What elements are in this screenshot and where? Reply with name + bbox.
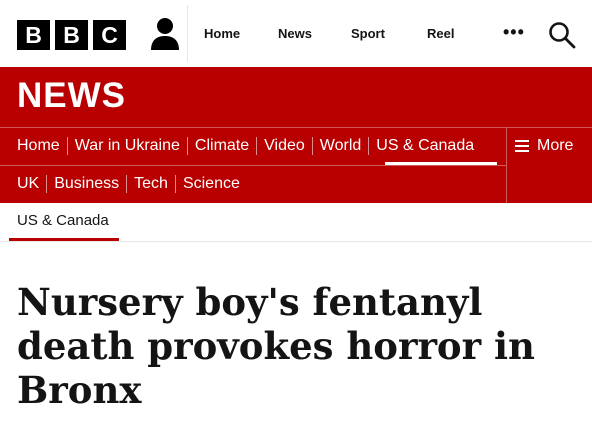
header-divider (187, 5, 188, 62)
bbc-logo[interactable]: B B C (17, 20, 126, 50)
section-divider (0, 241, 592, 242)
nav-uk[interactable]: UK (17, 175, 39, 193)
nav-separator (186, 137, 188, 155)
nav-tech[interactable]: Tech (134, 175, 168, 193)
more-menu-button[interactable]: ••• (503, 22, 525, 43)
nav-separator (46, 175, 48, 193)
nav-climate[interactable]: Climate (195, 137, 249, 155)
news-band-divider (0, 127, 592, 128)
nav-home[interactable]: Home (17, 137, 60, 155)
more-divider (506, 128, 507, 203)
secondary-nav: UK Business Tech Science (17, 175, 240, 193)
primary-nav: Home War in Ukraine Climate Video World … (17, 137, 474, 155)
nav-separator (126, 175, 128, 193)
section-link[interactable]: US & Canada (17, 212, 109, 229)
article-headline: Nursery boy's fentanyl death provokes ho… (17, 280, 535, 412)
hamburger-icon (515, 140, 529, 152)
account-icon[interactable] (149, 16, 181, 50)
search-icon[interactable] (548, 21, 576, 49)
top-nav-news[interactable]: News (278, 26, 312, 41)
top-nav-home[interactable]: Home (204, 26, 240, 41)
nav-separator (66, 137, 68, 155)
more-label: More (537, 137, 574, 154)
nav-us-canada[interactable]: US & Canada (376, 137, 474, 155)
news-band-divider (0, 165, 506, 166)
news-title[interactable]: NEWS (17, 76, 126, 116)
nav-business[interactable]: Business (54, 175, 119, 193)
nav-separator (368, 137, 370, 155)
nav-separator (256, 137, 258, 155)
top-nav-sport[interactable]: Sport (351, 26, 385, 41)
nav-separator (174, 175, 176, 193)
top-nav-reel[interactable]: Reel (427, 26, 454, 41)
top-bar: B B C Home News Sport Reel ••• (0, 0, 592, 67)
logo-letter-b2: B (55, 20, 88, 50)
nav-separator (311, 137, 313, 155)
nav-war-in-ukraine[interactable]: War in Ukraine (75, 137, 180, 155)
nav-video[interactable]: Video (264, 137, 305, 155)
nav-world[interactable]: World (320, 137, 362, 155)
logo-letter-b1: B (17, 20, 50, 50)
more-button[interactable]: More (515, 137, 573, 155)
nav-science[interactable]: Science (183, 175, 240, 193)
logo-letter-c: C (93, 20, 126, 50)
